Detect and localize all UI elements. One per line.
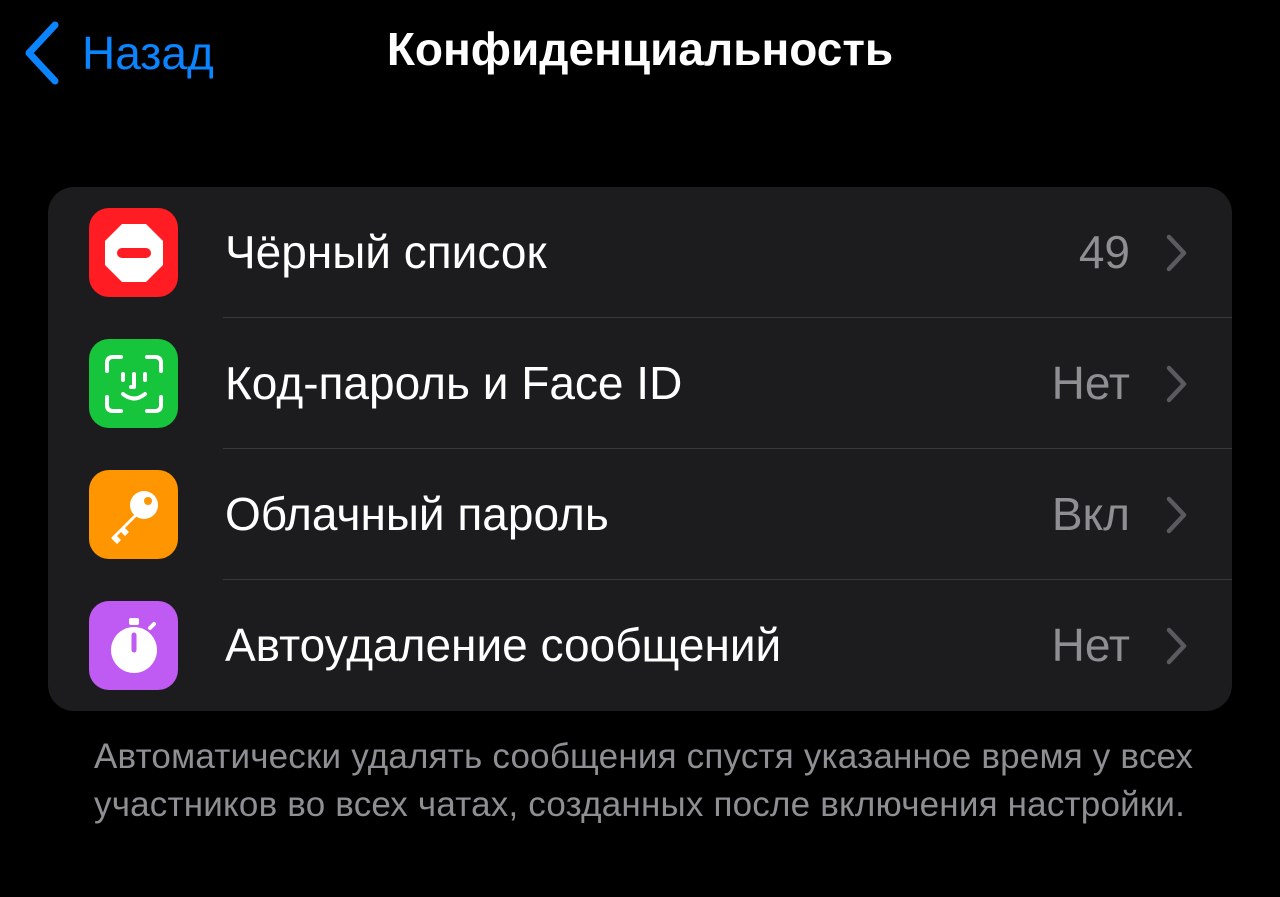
no-entry-icon (89, 208, 178, 297)
chevron-right-icon (1166, 365, 1187, 403)
chevron-right-icon (1166, 627, 1187, 665)
settings-row-label: Код-пароль и Face ID (225, 357, 683, 409)
footer-description: Автоматически удалять сообщения спустя у… (94, 737, 1194, 824)
settings-row-label: Автоудаление сообщений (225, 619, 782, 671)
settings-row-auto-delete[interactable]: Автоудаление сообщений Нет (48, 580, 1232, 711)
settings-row-value: Нет (1051, 619, 1130, 671)
face-id-icon (89, 339, 178, 428)
settings-row-passcode[interactable]: Код-пароль и Face ID Нет (48, 318, 1232, 449)
settings-row-value: Нет (1051, 357, 1130, 409)
settings-row-label: Чёрный список (225, 226, 547, 278)
chevron-right-icon (1166, 496, 1187, 534)
timer-icon (89, 601, 178, 690)
settings-row-cloud-password[interactable]: Облачный пароль Вкл (48, 449, 1232, 580)
privacy-settings-group: Чёрный список 49 Код-пароль и Face ID Не… (48, 187, 1232, 711)
chevron-right-icon (1166, 234, 1187, 272)
settings-row-label: Облачный пароль (225, 488, 609, 540)
page-title: Конфиденциальность (386, 23, 894, 75)
navigation-bar: Назад Конфиденциальность (0, 0, 1280, 110)
settings-row-blacklist[interactable]: Чёрный список 49 (48, 187, 1232, 318)
settings-row-value: 49 (1078, 226, 1130, 278)
key-icon (89, 470, 178, 559)
settings-row-value: Вкл (1051, 488, 1130, 540)
